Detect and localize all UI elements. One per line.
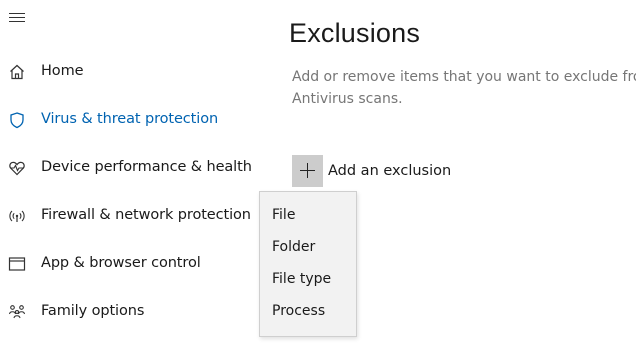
hamburger-menu-icon[interactable] [9,12,25,24]
description-line: Antivirus scans. [292,91,403,107]
add-exclusion-label: Add an exclusion [328,162,452,179]
sidebar-item-label: Device performance & health [41,159,252,175]
wifi-icon [9,210,25,222]
add-exclusion-button[interactable]: Add an exclusion [292,154,451,187]
sidebar-item-virus-threat-protection[interactable]: Virus & threat protection [0,96,260,144]
sidebar-item-label: Firewall & network protection [41,207,251,223]
hamburger-line [9,21,25,22]
family-icon [8,305,26,319]
home-icon [10,64,24,80]
page-title: Exclusions [289,18,421,48]
menu-item-process[interactable]: Process [260,296,356,328]
menu-item-label: File [272,207,296,223]
menu-item-file[interactable]: File [260,200,356,232]
exclusion-type-menu: File Folder File type Process [259,191,357,337]
shield-icon [10,112,24,129]
description-line: Add or remove items that you want to exc… [292,69,636,85]
sidebar-item-device-performance[interactable]: Device performance & health [0,144,260,192]
menu-item-label: Folder [272,239,316,255]
sidebar-item-label: Home [41,63,84,79]
hamburger-line [9,13,25,14]
browser-window-icon [8,257,26,271]
sidebar-item-firewall[interactable]: Firewall & network protection [0,192,260,240]
sidebar-item-app-browser-control[interactable]: App & browser control [0,240,260,288]
sidebar-item-home[interactable]: Home [0,48,260,96]
hamburger-line [9,17,25,18]
sidebar-item-label: Virus & threat protection [41,111,219,127]
heart-icon [9,161,25,176]
plus-icon[interactable] [292,154,323,187]
sidebar-item-label: App & browser control [41,255,201,271]
menu-item-folder[interactable]: Folder [260,232,356,264]
sidebar-item-label: Family options [41,303,145,319]
menu-item-label: File type [272,271,332,287]
sidebar-item-family-options[interactable]: Family options [0,288,260,336]
page-description: Add or remove items that you want to exc… [292,66,636,110]
menu-item-file-type[interactable]: File type [260,264,356,296]
menu-item-label: Process [272,303,326,319]
